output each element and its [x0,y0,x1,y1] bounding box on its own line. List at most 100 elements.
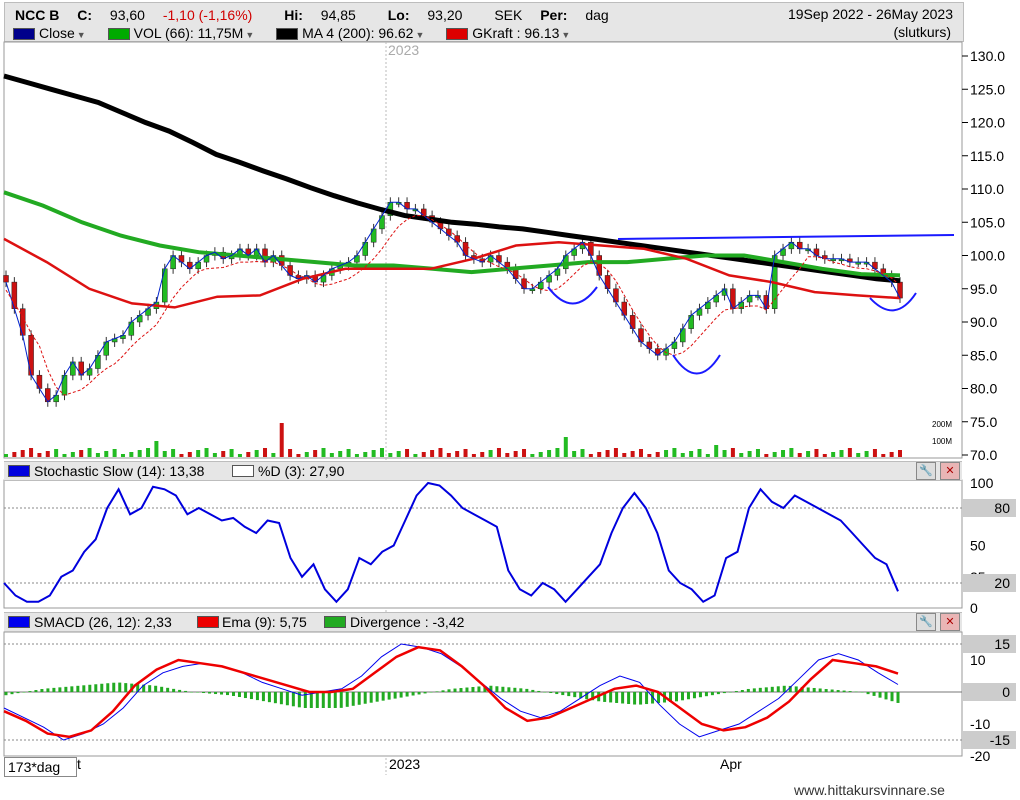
divergence-bar [645,692,649,705]
divergence-bar [698,692,702,698]
candle-body [3,275,9,283]
macd-swatch [8,616,30,628]
divergence-bar [704,692,708,697]
volume-bar [187,452,192,457]
divergence-bar [381,692,385,701]
divergence-bar [830,689,834,692]
divergence-bar [315,692,319,708]
macd-header: SMACD (26, 12): 2,33 Ema (9): 5,75 Diver… [4,612,962,632]
divergence-bar [100,683,104,692]
divergence-bar [794,686,798,692]
volume-bar [405,449,410,457]
divergence-bar [836,690,840,692]
stochastic-d-swatch [232,465,254,477]
volume-bar [714,445,719,457]
divergence-bar [76,685,80,692]
divergence-bar [118,682,122,692]
volume-bar [62,454,67,457]
period-selector[interactable]: 173*dag [4,757,77,777]
volume-bar [463,449,468,457]
volume-tick-label: 200M [932,420,952,429]
divergence-bar [411,692,415,696]
volume-bar [388,453,393,457]
close-icon[interactable]: ✕ [940,462,960,480]
divergence-bar [770,686,774,692]
divergence-bar [369,692,373,703]
volume-bar [613,448,618,457]
divergence-bar [824,689,828,692]
volume-bar [104,451,109,457]
volume-bar [814,449,819,457]
volume-bar [12,452,17,457]
volume-bar [313,450,318,457]
stochastic-d-label: %D (3): 27,90 [258,463,345,479]
divergence-bar [261,692,265,702]
divergence-bar [196,692,200,693]
divergence-bar [890,692,894,702]
price-tick-label: 75.0 [970,414,997,430]
volume-bar [588,454,593,457]
divergence-bar [495,686,499,692]
divergence-bar [537,690,541,692]
divergence-bar [878,692,882,698]
volume-bar [847,448,852,457]
divergence-bar [513,687,517,692]
volume-bar [655,452,660,457]
divergence-bar [818,688,822,692]
wrench-icon[interactable]: 🔧 [916,613,936,631]
divergence-bar [854,691,858,693]
divergence-bar [633,692,637,705]
divergence-bar [567,692,571,697]
volume-bar [129,452,134,457]
divergence-bar [154,685,158,692]
divergence-bar [782,685,786,692]
volume-bar [421,452,426,457]
volume-bar [889,452,894,457]
close-icon[interactable]: ✕ [940,613,960,631]
divergence-bar [208,692,212,694]
divergence-bar [806,687,810,692]
volume-bar [120,454,125,457]
divergence-bar [615,692,619,703]
divergence-bar [860,692,864,693]
divergence-bar [459,688,463,692]
divergence-bar [363,692,367,704]
wrench-icon[interactable]: 🔧 [916,462,936,480]
volume-bar [538,452,543,457]
divergence-bar [716,692,720,695]
volume-bar [396,451,401,457]
divergence-bar [866,692,870,695]
macd-level-label: 0 [1002,684,1010,700]
x-label-apr: Apr [720,756,742,772]
volume-bar [221,451,226,457]
macd-level-label: 15 [994,636,1010,652]
volume-bar [271,453,276,457]
volume-bar [371,450,376,457]
volume-bar [530,454,535,457]
divergence-bar [477,686,481,692]
divergence-bar [237,692,241,698]
volume-bar [630,451,635,457]
price-tick-label: 130.0 [970,48,1005,64]
divergence-bar [435,691,439,692]
divergence-bar [339,692,343,708]
divergence-bar [686,692,690,700]
volume-bar [781,450,786,457]
volume-bar [496,448,501,457]
divergence-bar [82,685,86,692]
divergence-bar [285,692,289,706]
divergence-bar [22,692,26,693]
volume-bar [254,450,259,457]
volume-bar [279,423,284,457]
volume-bar [212,453,217,457]
divergence-bar [34,690,38,692]
divergence-bar [387,692,391,700]
divergence-bar [190,691,194,693]
divergence-bar [112,682,116,692]
volume-bar [363,452,368,457]
volume-bar [171,449,176,457]
divergence-bar [758,687,762,692]
volume-bar [705,454,710,457]
volume-bar [505,453,510,457]
divergence-bar [10,692,14,695]
